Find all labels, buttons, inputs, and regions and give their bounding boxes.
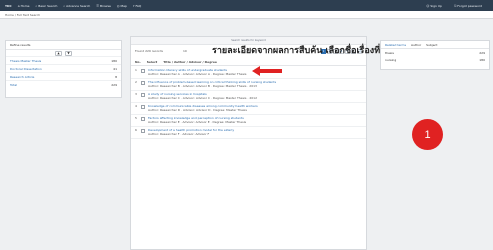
result-checkbox[interactable] bbox=[141, 128, 145, 133]
facet-row[interactable]: Total 229 bbox=[6, 80, 121, 88]
tab-author[interactable]: Author bbox=[411, 43, 421, 47]
result-checkbox[interactable] bbox=[141, 92, 145, 97]
result-row: 1 Information literacy skills of undergr… bbox=[131, 67, 366, 79]
tab-related-terms[interactable]: Related terms bbox=[385, 43, 406, 47]
result-meta: Author: Researcher F · Advisor: Advisor … bbox=[148, 132, 210, 136]
result-row: 6 Development of a health promotion mode… bbox=[131, 127, 366, 139]
result-meta: Author: Researcher D · Advisor: Advisor … bbox=[148, 108, 247, 112]
facet-row[interactable]: Research Article 8 bbox=[6, 72, 121, 80]
results-panel: Search results for keyword Found 229 rec… bbox=[130, 36, 367, 250]
sort-down-button[interactable]: ▼ bbox=[65, 50, 72, 56]
related-label: nursing bbox=[385, 57, 397, 62]
related-count: 180 bbox=[479, 57, 485, 62]
tab-subject[interactable]: Subject bbox=[426, 43, 437, 47]
refine-panel-title: Refine results bbox=[10, 43, 31, 47]
facet-label: Total bbox=[10, 82, 18, 87]
facet-count: 8 bbox=[115, 74, 117, 79]
facet-count: 180 bbox=[111, 58, 117, 63]
search-icon: ⌕ bbox=[35, 3, 38, 8]
refine-panel: Refine results ▲ ▼ Thesis Master Thesis 1… bbox=[5, 40, 122, 98]
breadcrumb: Home / Full Text Search bbox=[0, 11, 493, 19]
result-checkbox[interactable] bbox=[141, 80, 145, 85]
result-checkbox[interactable] bbox=[141, 104, 145, 109]
result-meta: Author: Researcher E · Advisor: Advisor … bbox=[148, 120, 247, 124]
related-label: thesis bbox=[385, 50, 394, 55]
help-icon: ? bbox=[132, 3, 135, 8]
per-page-select[interactable]: 10 bbox=[183, 49, 187, 53]
list-icon: ☰ bbox=[96, 3, 99, 8]
result-checkbox[interactable] bbox=[141, 68, 145, 73]
column-header: Select bbox=[146, 59, 158, 64]
result-row: 2 The influence of problem-based learnin… bbox=[131, 79, 366, 91]
result-meta: Author: Researcher B · Advisor: Advisor … bbox=[148, 84, 257, 88]
breadcrumb-home[interactable]: Home bbox=[5, 13, 14, 17]
pointer-arrow-icon bbox=[252, 66, 282, 76]
related-panel: Related terms Author Subject thesis 229 n… bbox=[380, 40, 490, 70]
results-column-header: No. Select Title / Author / Advisor / De… bbox=[131, 58, 366, 66]
nav-advance-search[interactable]: ⌕ Advance Search bbox=[63, 4, 90, 8]
facet-count: 41 bbox=[113, 66, 117, 71]
result-row: 5 Factors affecting knowledge and percep… bbox=[131, 115, 366, 127]
results-list: 1 Information literacy skills of undergr… bbox=[131, 67, 366, 139]
related-row[interactable]: thesis 229 bbox=[381, 49, 489, 56]
result-row: 4 Knowledge of communicable diseases amo… bbox=[131, 103, 366, 115]
nav-browse[interactable]: ☰ Browse bbox=[96, 4, 111, 8]
results-count: Found 229 records bbox=[135, 49, 163, 53]
facet-row[interactable]: Doctoral Dissertation 41 bbox=[6, 64, 121, 72]
facet-label: Thesis Master Thesis bbox=[10, 58, 42, 63]
forgot-password-link[interactable]: ⚿ Forgot password bbox=[454, 4, 482, 8]
nav-home[interactable]: ⌂ Home bbox=[18, 4, 30, 8]
sort-up-button[interactable]: ▲ bbox=[55, 50, 62, 56]
related-row[interactable]: nursing 180 bbox=[381, 56, 489, 63]
breadcrumb-current: Full Text Search bbox=[16, 12, 41, 17]
facet-label: Doctoral Dissertation bbox=[10, 66, 42, 71]
key-icon: ⚿ bbox=[453, 3, 457, 8]
related-count: 229 bbox=[479, 50, 485, 55]
top-navbar: TDC ⌂ Home ⌕ Basic Search ⌕ Advance Search … bbox=[0, 0, 493, 11]
column-header: Title / Author / Advisor / Degree bbox=[163, 59, 217, 64]
facet-row[interactable]: Thesis Master Thesis 180 bbox=[6, 56, 121, 64]
brand-logo[interactable]: TDC bbox=[5, 4, 12, 8]
home-icon: ⌂ bbox=[17, 3, 20, 8]
column-header: No. bbox=[135, 59, 141, 64]
result-checkbox[interactable] bbox=[141, 116, 145, 121]
facet-label: Research Article bbox=[10, 74, 35, 79]
map-icon: ◎ bbox=[116, 3, 120, 8]
step-number-badge: 1 bbox=[412, 119, 443, 150]
related-tabs: Related terms Author Subject bbox=[381, 41, 489, 49]
search-icon: ⌕ bbox=[63, 3, 66, 8]
user-icon: ☺ bbox=[426, 3, 430, 8]
facet-count: 229 bbox=[111, 82, 117, 87]
nav-map[interactable]: ◎ Map bbox=[117, 4, 127, 8]
nav-basic-search[interactable]: ⌕ Basic Search bbox=[36, 4, 58, 8]
result-meta: Author: Researcher C · Advisor: Advisor … bbox=[148, 96, 257, 100]
refine-panel-header: Refine results bbox=[6, 41, 121, 50]
result-row: 3 A study of nursing services in hospita… bbox=[131, 91, 366, 103]
arrow-shape bbox=[252, 66, 282, 76]
nav-faq[interactable]: ? FAQ bbox=[133, 4, 141, 8]
signup-link[interactable]: ☺ Sign Up bbox=[426, 4, 442, 8]
